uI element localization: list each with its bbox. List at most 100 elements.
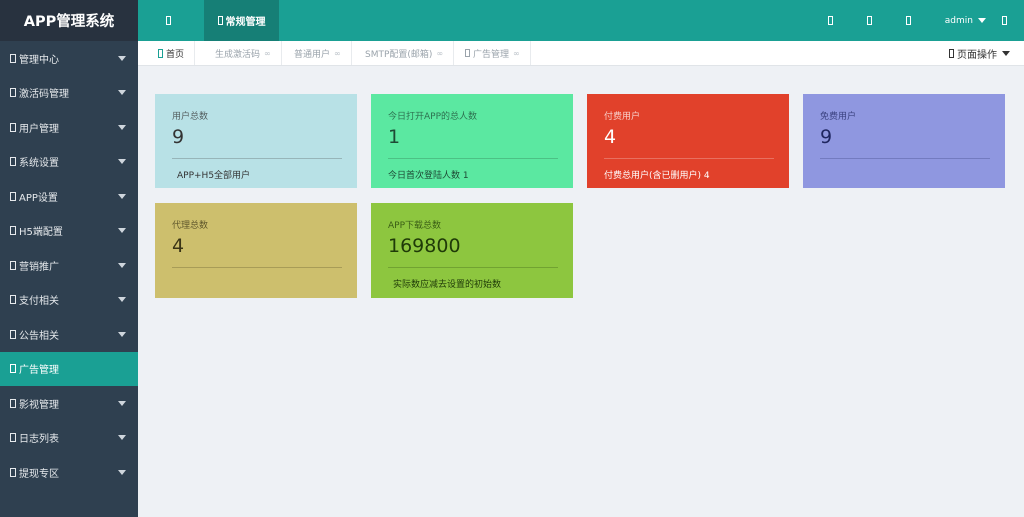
menu-icon [10, 122, 16, 132]
sidebar-item-app-settings[interactable]: APP设置 [0, 179, 138, 214]
sidebar-item-announcements[interactable]: 公告相关 [0, 317, 138, 352]
tab-label: 普通用户 [294, 49, 331, 60]
top-header: 常规管理 admin [138, 0, 1024, 41]
tab-label: 生成激活码 [215, 49, 261, 60]
fullscreen-icon [905, 16, 911, 25]
chevron-down-icon [118, 55, 126, 61]
card-divider [820, 158, 990, 159]
sidebar-item-activation-codes[interactable]: 激活码管理 [0, 76, 138, 111]
tab-home[interactable]: 首页 [148, 41, 196, 65]
tab-normal-users[interactable]: 普通用户 ∞ [284, 41, 352, 65]
page-operations-dropdown[interactable]: 页面操作 [949, 41, 1010, 65]
card-title: 代理总数 [172, 221, 209, 231]
stat-card-total-agents: 代理总数 4 [155, 203, 357, 298]
fullscreen-button[interactable] [905, 16, 914, 25]
chevron-down-icon [118, 193, 126, 199]
sidebar-item-user-management[interactable]: 用户管理 [0, 110, 138, 145]
sidebar-item-label: APP设置 [19, 192, 58, 204]
menu-icon [10, 226, 16, 236]
sidebar-item-system-settings[interactable]: 系统设置 [0, 145, 138, 180]
close-icon[interactable]: ∞ [264, 49, 271, 58]
menu-icon [10, 467, 16, 477]
sidebar-item-label: 提现专区 [19, 468, 59, 480]
chevron-down-icon [118, 400, 126, 406]
close-icon[interactable]: ∞ [436, 49, 443, 58]
card-footer: 实际数应减去设置的初始数 [393, 280, 502, 290]
tab-icon [465, 49, 470, 57]
sidebar: APP管理系统 管理中心 激活码管理 用户管理 系统设置 APP设置 H5端配置… [0, 0, 138, 517]
tab-ad-management[interactable]: 广告管理 ∞ [455, 41, 531, 65]
sidebar-item-ad-management[interactable]: 广告管理 [0, 351, 138, 386]
chevron-down-icon [118, 159, 126, 165]
chevron-down-icon [118, 435, 126, 441]
more-button[interactable] [1002, 16, 1010, 25]
close-icon[interactable]: ∞ [334, 49, 341, 58]
tab-label: 首页 [166, 49, 185, 60]
close-icon[interactable]: ∞ [513, 49, 520, 58]
sidebar-item-logs[interactable]: 日志列表 [0, 421, 138, 456]
sidebar-item-label: 广告管理 [19, 365, 59, 377]
page-tabs-bar: 首页 生成激活码 ∞ 普通用户 ∞ SMTP配置(邮箱) ∞ 广告管理 ∞ 页面操作 [138, 41, 1024, 66]
tab-label: 常规管理 [225, 17, 266, 28]
chevron-down-icon [118, 331, 126, 337]
chevron-down-icon [118, 297, 126, 303]
tab-icon [217, 16, 223, 25]
menu-icon [10, 398, 16, 408]
page-ops-icon [949, 48, 954, 58]
sidebar-item-label: 系统设置 [19, 158, 59, 170]
sidebar-item-label: 公告相关 [19, 330, 59, 342]
sidebar-item-marketing[interactable]: 营销推广 [0, 248, 138, 283]
sidebar-item-label: 支付相关 [19, 296, 59, 308]
chevron-down-icon [118, 124, 126, 130]
menu-icon [10, 88, 16, 98]
menu-toggle-icon [166, 16, 171, 25]
tab-smtp-config[interactable]: SMTP配置(邮箱) ∞ [355, 41, 455, 65]
card-footer: 付费总用户(含已删用户) 4 [604, 171, 710, 181]
sidebar-item-label: H5端配置 [19, 227, 63, 239]
chevron-down-icon [118, 90, 126, 96]
card-divider [172, 267, 342, 268]
tab-generate-activation-code[interactable]: 生成激活码 ∞ [205, 41, 282, 65]
card-divider [172, 158, 342, 159]
app-logo: APP管理系统 [0, 0, 138, 41]
clear-cache-button[interactable] [866, 16, 875, 25]
menu-icon [10, 157, 16, 167]
refresh-button[interactable] [827, 16, 836, 25]
sidebar-item-payment[interactable]: 支付相关 [0, 283, 138, 318]
stat-card-total-users: 用户总数 9 APP+H5全部用户 [155, 94, 357, 188]
refresh-icon [827, 16, 833, 25]
sidebar-item-label: 管理中心 [19, 54, 59, 66]
card-divider [604, 158, 774, 159]
sidebar-item-video-management[interactable]: 影视管理 [0, 386, 138, 421]
clear-icon [866, 16, 872, 25]
chevron-down-icon [118, 228, 126, 234]
page-ops-label: 页面操作 [957, 49, 997, 61]
menu-icon [10, 433, 16, 443]
user-menu[interactable]: admin [945, 16, 986, 26]
menu-icon [10, 191, 16, 201]
card-value: 9 [172, 126, 185, 148]
home-icon [158, 48, 163, 58]
tab-label: 广告管理 [473, 49, 510, 60]
menu-toggle-button[interactable] [166, 0, 174, 41]
sidebar-item-label: 用户管理 [19, 123, 59, 135]
tab-label: SMTP配置(邮箱) [365, 49, 433, 60]
menu-icon [10, 329, 16, 339]
card-title: 用户总数 [172, 112, 209, 122]
stat-card-app-downloads: APP下载总数 169800 实际数应减去设置的初始数 [371, 203, 573, 298]
sidebar-item-label: 激活码管理 [19, 89, 69, 101]
stat-card-today-opens: 今日打开APP的总人数 1 今日首次登陆人数 1 [371, 94, 573, 188]
sidebar-item-management-center[interactable]: 管理中心 [0, 41, 138, 76]
sidebar-item-withdrawals[interactable]: 提现专区 [0, 455, 138, 490]
card-title: 免费用户 [820, 112, 857, 122]
card-value: 1 [388, 126, 401, 148]
sidebar-item-h5-config[interactable]: H5端配置 [0, 214, 138, 249]
menu-icon [10, 295, 16, 305]
card-value: 169800 [388, 235, 461, 257]
chevron-down-icon [1002, 50, 1010, 56]
chevron-down-icon [118, 262, 126, 268]
card-title: 付费用户 [604, 112, 641, 122]
stat-card-free-users: 免费用户 9 [803, 94, 1005, 188]
card-footer: APP+H5全部用户 [177, 171, 251, 181]
tab-regular-management[interactable]: 常规管理 [204, 0, 279, 41]
